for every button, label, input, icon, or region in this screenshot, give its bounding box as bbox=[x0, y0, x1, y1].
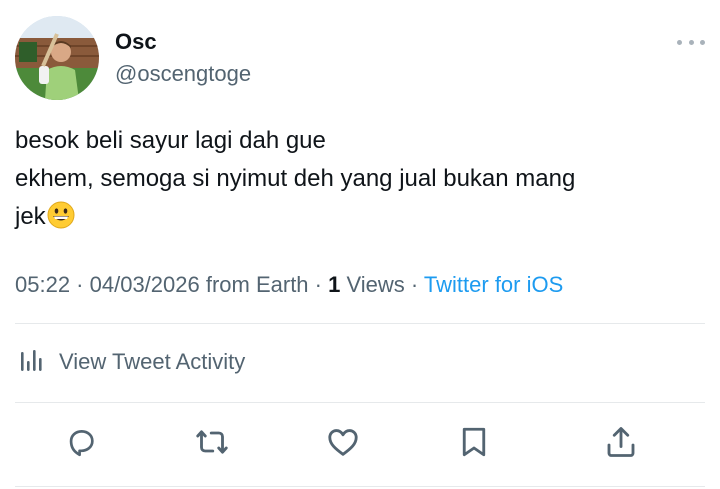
tweet-time[interactable]: 05:22 bbox=[15, 272, 70, 297]
share-icon bbox=[603, 424, 639, 465]
reply-button[interactable] bbox=[59, 422, 103, 466]
tweet-line: besok beli sayur lagi dah gue bbox=[15, 127, 326, 154]
view-tweet-activity-button[interactable]: View Tweet Activity bbox=[15, 340, 245, 384]
tweet-text: besok beli sayur lagi dah gue ekhem, sem… bbox=[15, 122, 695, 236]
tweet-header: Osc @oscengtoge bbox=[15, 16, 705, 100]
grinning-face-icon bbox=[47, 201, 75, 229]
profile-photo bbox=[15, 16, 99, 100]
bookmark-button[interactable] bbox=[452, 422, 496, 466]
divider bbox=[15, 486, 705, 487]
reply-icon bbox=[64, 425, 98, 464]
view-tweet-activity-label: View Tweet Activity bbox=[59, 349, 246, 374]
tweet-meta: 05:22 · 04/03/2026 from Earth · 1 Views … bbox=[15, 270, 563, 300]
avatar[interactable] bbox=[15, 16, 99, 100]
analytics-bars-icon bbox=[15, 345, 45, 380]
divider bbox=[15, 402, 705, 403]
username-handle[interactable]: @oscengtoge bbox=[115, 61, 251, 87]
dot bbox=[677, 39, 682, 45]
tweet-location: from Earth bbox=[199, 272, 309, 297]
share-button[interactable] bbox=[599, 422, 643, 466]
tweet-source-link[interactable]: Twitter for iOS bbox=[424, 272, 563, 297]
display-name[interactable]: Osc bbox=[115, 29, 157, 55]
dot bbox=[688, 39, 694, 45]
views-label: Views bbox=[340, 272, 405, 297]
like-button[interactable] bbox=[321, 422, 365, 466]
more-options-icon[interactable] bbox=[677, 32, 705, 52]
views-count: 1 bbox=[328, 272, 341, 297]
retweet-icon bbox=[194, 424, 230, 465]
divider bbox=[15, 323, 705, 324]
tweet-line-last: jek bbox=[15, 198, 695, 236]
separator: · bbox=[70, 272, 90, 297]
tweet-actions-bar bbox=[0, 418, 720, 472]
dot bbox=[700, 39, 705, 45]
separator: · bbox=[404, 272, 424, 297]
tweet-line: jek bbox=[15, 203, 46, 230]
heart-icon bbox=[325, 424, 361, 465]
bookmark-icon bbox=[456, 424, 492, 465]
tweet-date[interactable]: 04/03/2026 bbox=[90, 272, 200, 297]
tweet-line: ekhem, semoga si nyimut deh yang jual bu… bbox=[15, 165, 576, 192]
separator: · bbox=[308, 272, 329, 297]
retweet-button[interactable] bbox=[190, 422, 234, 466]
